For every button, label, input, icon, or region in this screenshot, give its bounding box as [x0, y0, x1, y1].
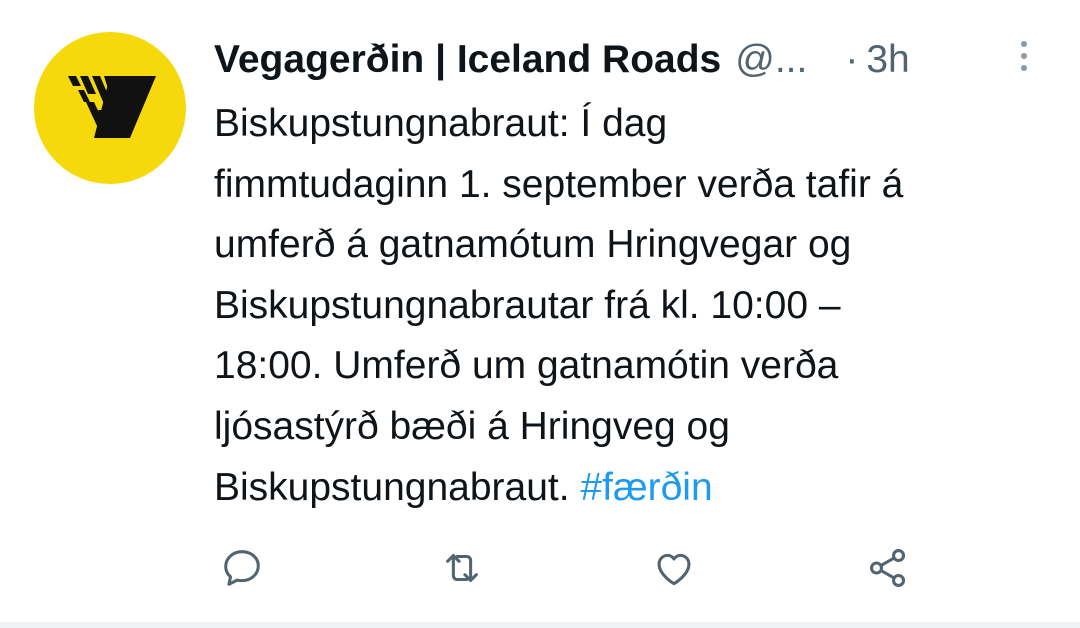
tweet-text-line: umferð á gatnamótum Hringvegar og: [214, 223, 852, 267]
tweet-text-fragment: Biskupstungnabraut.: [214, 465, 570, 509]
tweet-text-line: Biskupstungnabraut: Í dag: [214, 102, 668, 145]
reply-icon: [224, 550, 260, 586]
share-button[interactable]: [860, 540, 916, 596]
share-icon: [869, 549, 906, 587]
tweet-text-line: Biskupstungnabrautar frá kl. 10:00 –: [214, 283, 841, 327]
tweet-header: Vegagerðin | Iceland Roads @... · 3h: [214, 32, 1054, 88]
retweet-button[interactable]: [434, 540, 490, 596]
timestamp[interactable]: 3h: [866, 38, 909, 82]
tweet-text-line: ljósastýrð bæði á Hringveg og: [214, 404, 730, 448]
vegagerdin-logo-icon: [68, 76, 156, 138]
author-handle[interactable]: @...: [735, 38, 807, 82]
avatar[interactable]: [34, 32, 186, 184]
reply-button[interactable]: [214, 540, 270, 596]
tweet-actions: [0, 540, 1080, 600]
tweet-text-line: fimmtudaginn 1. september verða tafir á: [214, 162, 904, 206]
tweet-text-last-line: Biskupstungnabraut. #færðin: [214, 458, 1054, 519]
author-display-name[interactable]: Vegagerðin | Iceland Roads: [214, 38, 721, 82]
separator-dot: ·: [845, 38, 859, 81]
retweet-icon: [446, 554, 478, 582]
tweet-text: Biskupstungnabraut: Í dag fimmtudaginn 1…: [214, 94, 1054, 518]
divider: [0, 622, 1080, 628]
hashtag-link[interactable]: #færðin: [580, 466, 712, 509]
like-button[interactable]: [646, 540, 702, 596]
more-vertical-icon[interactable]: [1010, 36, 1038, 76]
tweet-card[interactable]: Vegagerðin | Iceland Roads @... · 3h Bis…: [0, 0, 1080, 628]
like-icon: [657, 553, 691, 586]
tweet-text-line: 18:00. Umferð um gatnamótin verða: [214, 344, 839, 388]
